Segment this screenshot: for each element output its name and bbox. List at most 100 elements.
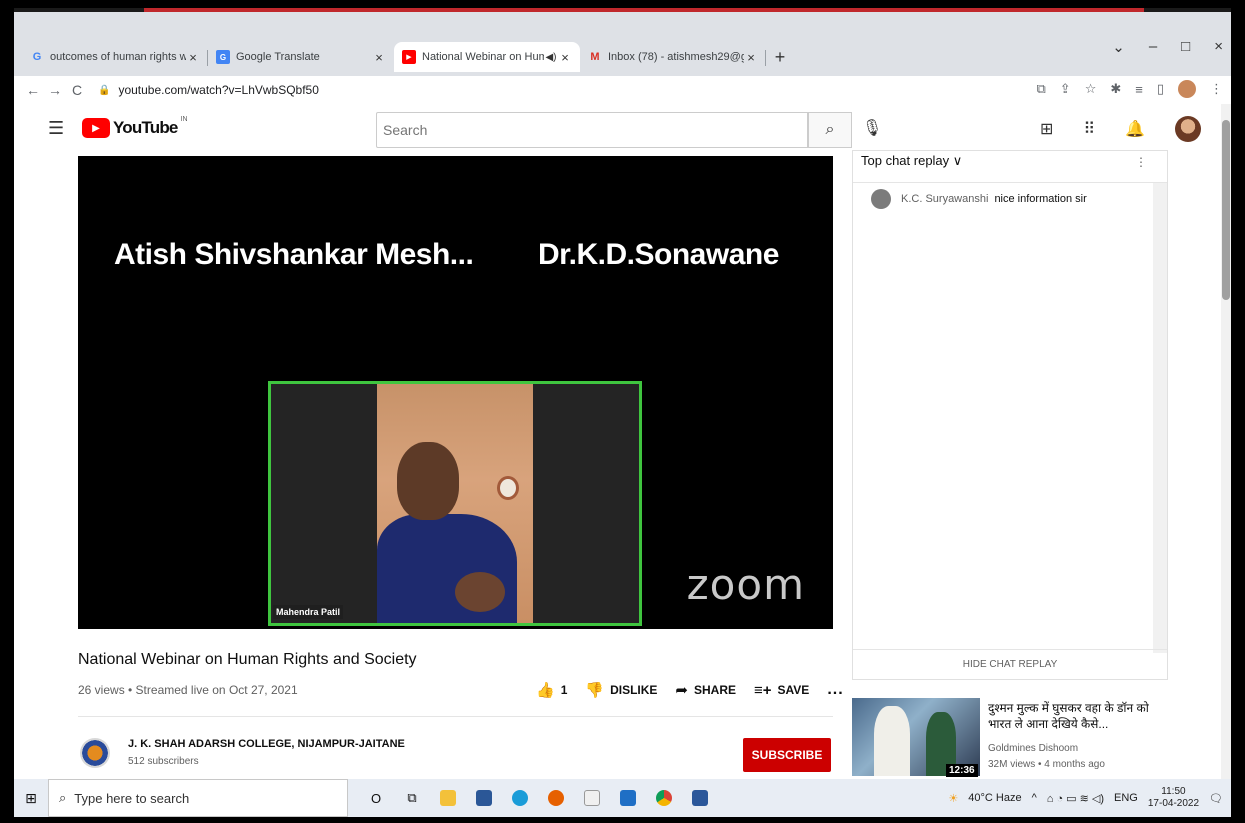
maximize-button[interactable]: □ [1181,38,1190,56]
apps-grid-icon[interactable]: ⠿ [1083,119,1095,139]
speaker-icon[interactable]: ◀) [544,52,558,63]
app-icon[interactable] [574,790,610,807]
tab-title: outcomes of human rights webir [50,51,186,63]
taskbar-clock[interactable]: 11:50 17-04-2022 [1148,786,1199,810]
file-explorer-icon[interactable] [430,790,466,807]
tab-youtube-webinar[interactable]: ▶ National Webinar on Human ◀) × [394,42,580,72]
toolbar-actions: ⧉ ⇪ ☆ ✱ ≡ ▯ ⋮ [1036,80,1223,98]
dislike-button[interactable]: 👎 DISLIKE [585,681,657,699]
country-code: IN [180,116,188,123]
search-button[interactable]: ⌕ [808,112,852,148]
video-title: National Webinar on Human Rights and Soc… [78,651,417,668]
bookmark-star-icon[interactable]: ☆ [1085,81,1097,97]
save-label: SAVE [777,683,810,697]
windows-start-icon[interactable]: ⊞ [14,790,48,807]
tab-gmail-inbox[interactable]: M Inbox (78) - atishmesh29@gmail × [580,42,766,72]
channel-name[interactable]: J. K. SHAH ADARSH COLLEGE, NIJAMPUR-JAIT… [128,738,405,750]
side-panel-icon[interactable]: ▯ [1157,81,1164,97]
recommended-video-title[interactable]: दुश्मन मुल्क में घुसकर वहा के डॉन को भार… [988,700,1158,732]
clock-date: 17-04-2022 [1147,798,1200,809]
word-icon[interactable] [682,790,718,807]
tray-icons[interactable]: ⌂ ◔ ▭ ≋ ◁) [1047,792,1104,805]
back-arrow-icon[interactable]: ← [22,82,44,98]
notifications-icon[interactable]: 🗨 [1209,792,1223,805]
lock-icon[interactable]: 🔒 [98,85,110,96]
close-tab-icon[interactable]: × [558,50,572,65]
tab-search-icon[interactable]: ⌄ [1112,38,1125,56]
search-icon: ⌕ [825,121,835,138]
task-view-icon[interactable]: ⧉ [394,790,430,806]
zoom-watermark: ZOOM [686,560,805,609]
youtube-logo-text: YouTube [113,118,178,137]
close-tab-icon[interactable]: × [186,50,200,65]
close-tab-icon[interactable]: × [744,50,758,65]
thumbs-up-icon: 👍 [536,682,555,699]
wall-clock [497,476,519,500]
hide-chat-replay-button[interactable]: HIDE CHAT REPLAY [853,649,1167,679]
reading-list-icon[interactable]: ≡ [1135,82,1143,97]
weather-text[interactable]: 40°C Haze [968,792,1021,804]
scrollbar-thumb[interactable] [1222,120,1230,300]
close-tab-icon[interactable]: × [372,50,386,65]
firefox-icon[interactable] [538,790,574,807]
cortana-icon[interactable]: O [358,791,394,806]
install-app-icon[interactable]: ⧉ [1036,81,1045,97]
chat-replay-panel: Top chat replay ∨ ⋮ K.C. Suryawanshi nic… [852,150,1168,680]
like-count: 1 [560,683,568,697]
video-actions: 👍 1 👎 DISLIKE ➦ SHARE ≡+ SAVE ... [536,681,844,699]
add-to-playlist-icon: ≡+ [754,681,772,699]
taskbar-search-input[interactable]: ⌕ Type here to search [48,779,348,817]
extensions-icon[interactable]: ✱ [1110,81,1121,97]
chat-scrollbar[interactable] [1153,183,1167,653]
menu-kebab-icon[interactable]: ⋮ [1210,81,1223,97]
youtube-header: ☰ ▶ YouTube IN Search ⌕ 🎙 ⊞ ⠿ 🔔 [14,104,1221,154]
tab-google-search[interactable]: G outcomes of human rights webir × [22,42,208,72]
participant-name-right: Dr.K.D.Sonawane [538,238,779,271]
speaker-head [397,442,459,520]
language-indicator[interactable]: ENG [1114,792,1138,804]
like-button[interactable]: 👍 1 [536,681,567,699]
new-tab-button[interactable]: + [766,42,794,72]
save-button[interactable]: ≡+ SAVE [754,682,809,699]
account-avatar[interactable] [1175,116,1201,142]
active-speaker-tile: Mahendra Patil [268,381,642,626]
recommended-channel-name[interactable]: Goldmines Dishoom [988,743,1078,754]
create-video-icon[interactable]: ⊞ [1040,119,1053,139]
video-player[interactable]: Atish Shivshankar Mesh... Dr.K.D.Sonawan… [78,156,833,629]
page-scrollbar[interactable] [1221,104,1231,779]
tab-title: Inbox (78) - atishmesh29@gmail [608,51,744,63]
share-button[interactable]: ➦ SHARE [675,681,736,699]
share-icon[interactable]: ⇪ [1060,81,1071,97]
reload-icon[interactable]: C [66,82,88,98]
subscriber-count: 512 subscribers [128,756,199,767]
chrome-icon[interactable] [646,790,682,807]
tab-title: National Webinar on Human [422,51,544,63]
subscribe-button[interactable]: SUBSCRIBE [743,738,831,772]
forward-arrow-icon[interactable]: → [44,82,66,98]
profile-avatar[interactable] [1178,80,1196,98]
tab-google-translate[interactable]: G Google Translate × [208,42,394,72]
edge-icon[interactable] [502,790,538,807]
video-meta: 26 views • Streamed live on Oct 27, 2021 [78,683,298,697]
windows-taskbar: ⊞ ⌕ Type here to search O ⧉ ☀ 40°C Haze … [14,779,1231,817]
youtube-logo[interactable]: ▶ YouTube IN [82,116,188,138]
google-icon: G [32,51,42,63]
microphone-icon[interactable]: 🎙 [862,118,882,138]
chat-mode-dropdown[interactable]: Top chat replay ∨ [861,153,962,169]
more-actions-icon[interactable]: ... [827,681,843,699]
channel-avatar[interactable] [80,738,110,768]
mail-icon[interactable] [610,790,646,807]
weather-icon[interactable]: ☀ [948,792,958,805]
address-bar[interactable]: 🔒 youtube.com/watch?v=LhVwbSQbf50 [98,83,319,97]
store-icon[interactable] [466,790,502,807]
share-label: SHARE [693,683,736,697]
chat-author: K.C. Suryawanshi [901,193,989,205]
chat-menu-icon[interactable]: ⋮ [1135,155,1147,169]
thumbs-down-icon: 👎 [585,682,605,699]
search-input[interactable]: Search [376,112,808,148]
hamburger-menu-icon[interactable]: ☰ [48,118,64,139]
notifications-bell-icon[interactable]: 🔔 [1125,119,1145,139]
tray-overflow-icon[interactable]: ^ [1032,792,1037,804]
close-window-button[interactable]: × [1214,38,1223,56]
minimize-button[interactable]: – [1149,38,1157,56]
